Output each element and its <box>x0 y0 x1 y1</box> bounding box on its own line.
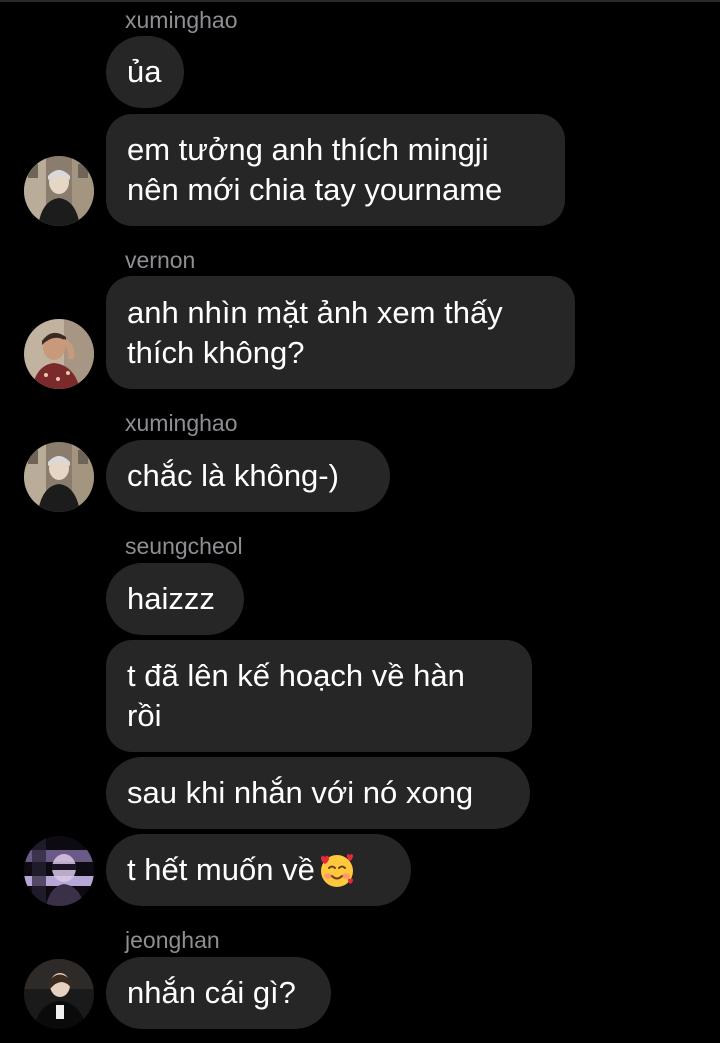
message-bubble[interactable]: sau khi nhắn với nó xong <box>106 757 530 829</box>
message-text: anh nhìn mặt ảnh xem thấy thích không? <box>127 294 503 370</box>
top-divider <box>0 0 720 2</box>
message-bubble[interactable]: em tưởng anh thích mingji nên mới chia t… <box>106 114 565 226</box>
message-text: nhắn cái gì? <box>127 975 296 1010</box>
message-text: ủa <box>127 54 162 89</box>
message-text: sau khi nhắn với nó xong <box>127 775 474 810</box>
sender-name-jeonghan: jeonghan <box>125 927 220 953</box>
smiling-face-with-hearts-icon <box>320 854 353 887</box>
sender-name-seungcheol: seungcheol <box>125 533 243 559</box>
message-bubble[interactable]: t hết muốn về <box>106 834 411 906</box>
avatar-xuminghao[interactable] <box>24 442 94 512</box>
avatar-vernon[interactable] <box>24 319 94 389</box>
avatar-xuminghao[interactable] <box>24 156 94 226</box>
message-text: em tưởng anh thích mingji nên mới chia t… <box>127 132 503 207</box>
sender-name-xuminghao: xuminghao <box>125 7 238 33</box>
message-bubble[interactable]: chắc là không-) <box>106 440 390 512</box>
message-text: t hết muốn về <box>127 852 315 887</box>
message-text: t đã lên kế hoạch về hàn rồi <box>127 658 465 733</box>
message-bubble[interactable]: nhắn cái gì? <box>106 957 331 1029</box>
message-text: haizzz <box>127 581 215 616</box>
message-bubble[interactable]: ủa <box>106 36 184 108</box>
sender-name-xuminghao: xuminghao <box>125 410 238 436</box>
avatar-jeonghan[interactable] <box>24 959 94 1029</box>
message-bubble[interactable]: haizzz <box>106 563 244 635</box>
sender-name-vernon: vernon <box>125 247 196 273</box>
message-bubble[interactable]: t đã lên kế hoạch về hàn rồi <box>106 640 532 752</box>
message-bubble[interactable]: anh nhìn mặt ảnh xem thấy thích không? <box>106 276 575 389</box>
message-text: chắc là không-) <box>127 458 339 493</box>
avatar-seungcheol[interactable] <box>24 836 94 906</box>
